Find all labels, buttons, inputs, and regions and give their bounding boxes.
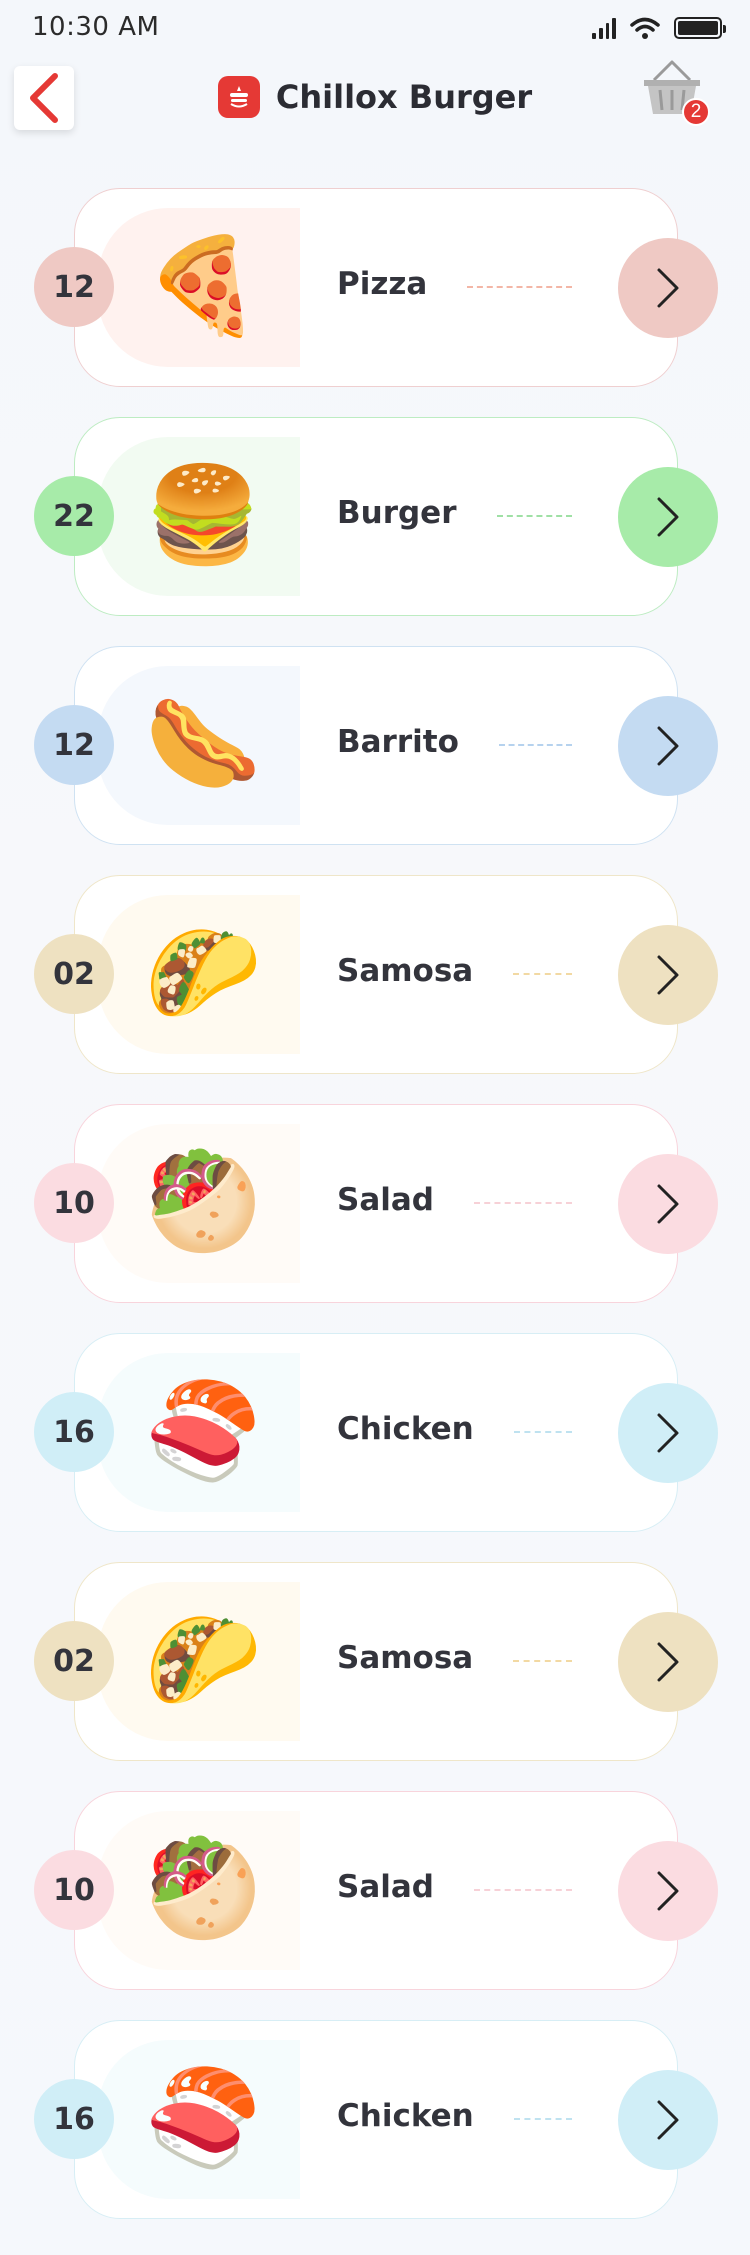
category-card-6[interactable]: 🌮 02 Samosa — [0, 1562, 750, 1791]
item-count-badge: 16 — [34, 1392, 114, 1472]
status-icons — [592, 16, 726, 40]
category-name: Burger — [337, 495, 457, 531]
category-card-1[interactable]: 🍔 22 Burger — [0, 417, 750, 646]
chevron-right-icon — [657, 726, 679, 766]
chevron-right-icon — [657, 1871, 679, 1911]
item-count-badge: 10 — [34, 1163, 114, 1243]
open-category-button[interactable] — [618, 467, 718, 567]
category-name: Samosa — [337, 1640, 474, 1676]
category-name: Barrito — [337, 724, 459, 760]
chillox-logo-icon — [217, 76, 260, 118]
brand: Chillox Burger — [0, 76, 750, 118]
open-category-button[interactable] — [618, 2070, 718, 2170]
taco-icon: 🌮 — [144, 1606, 262, 1715]
chevron-right-icon — [657, 268, 679, 308]
cart-button[interactable]: 2 — [640, 58, 710, 126]
cart-count-badge: 2 — [682, 98, 710, 126]
status-time: 10:30 AM — [32, 12, 160, 42]
dashed-divider — [499, 744, 572, 746]
item-count-badge: 12 — [34, 705, 114, 785]
dashed-divider — [467, 286, 572, 288]
wifi-icon — [630, 17, 660, 39]
category-card-4[interactable]: 🥙 10 Salad — [0, 1104, 750, 1333]
dashed-divider — [474, 1202, 572, 1204]
hotdog-icon: 🌭 — [144, 690, 262, 799]
category-name: Pizza — [337, 266, 428, 302]
battery-icon — [674, 17, 726, 39]
status-bar: 10:30 AM — [0, 0, 750, 56]
category-list: 🍕 12 Pizza 🍔 22 Burger 🌭 12 Barrito 🌮 02… — [0, 188, 750, 2249]
item-count-badge: 02 — [34, 1621, 114, 1701]
category-name: Chicken — [337, 1411, 474, 1447]
signal-icon — [592, 17, 616, 39]
item-count-badge: 16 — [34, 2079, 114, 2159]
item-count-badge: 12 — [34, 247, 114, 327]
burger-icon: 🍔 — [144, 461, 262, 570]
category-name: Salad — [337, 1869, 434, 1905]
category-name: Salad — [337, 1182, 434, 1218]
category-card-0[interactable]: 🍕 12 Pizza — [0, 188, 750, 417]
page-title: Chillox Burger — [275, 78, 533, 116]
dashed-divider — [514, 1431, 572, 1433]
category-name: Chicken — [337, 2098, 474, 2134]
open-category-button[interactable] — [618, 925, 718, 1025]
sushi-icon: 🍣 — [144, 2064, 262, 2173]
item-count-badge: 22 — [34, 476, 114, 556]
sushi-icon: 🍣 — [144, 1377, 262, 1486]
pita-icon: 🥙 — [144, 1835, 262, 1944]
item-count-badge: 02 — [34, 934, 114, 1014]
dashed-divider — [513, 1660, 572, 1662]
dashed-divider — [474, 1889, 572, 1891]
category-card-3[interactable]: 🌮 02 Samosa — [0, 875, 750, 1104]
dashed-divider — [513, 973, 572, 975]
pita-icon: 🥙 — [144, 1148, 262, 1257]
category-card-5[interactable]: 🍣 16 Chicken — [0, 1333, 750, 1562]
taco-icon: 🌮 — [144, 919, 262, 1028]
dashed-divider — [514, 2118, 572, 2120]
chevron-right-icon — [657, 955, 679, 995]
open-category-button[interactable] — [618, 1841, 718, 1941]
item-count-badge: 10 — [34, 1850, 114, 1930]
open-category-button[interactable] — [618, 1612, 718, 1712]
chevron-right-icon — [657, 1184, 679, 1224]
pizza-icon: 🍕 — [144, 232, 262, 341]
category-name: Samosa — [337, 953, 474, 989]
chevron-right-icon — [657, 1642, 679, 1682]
chevron-right-icon — [657, 497, 679, 537]
category-card-7[interactable]: 🥙 10 Salad — [0, 1791, 750, 2020]
dashed-divider — [497, 515, 572, 517]
open-category-button[interactable] — [618, 1383, 718, 1483]
open-category-button[interactable] — [618, 1154, 718, 1254]
category-card-8[interactable]: 🍣 16 Chicken — [0, 2020, 750, 2249]
open-category-button[interactable] — [618, 696, 718, 796]
chevron-right-icon — [657, 2100, 679, 2140]
chevron-right-icon — [657, 1413, 679, 1453]
category-card-2[interactable]: 🌭 12 Barrito — [0, 646, 750, 875]
open-category-button[interactable] — [618, 238, 718, 338]
